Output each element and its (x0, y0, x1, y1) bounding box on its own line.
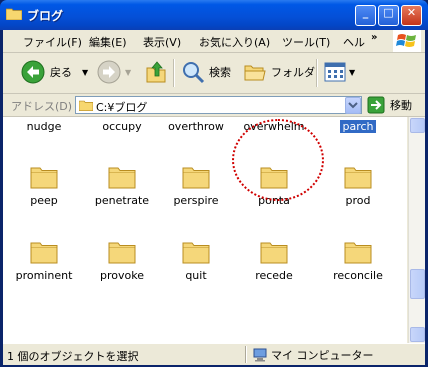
forward-dropdown-icon[interactable]: ▼ (125, 68, 131, 77)
folder-icon (6, 8, 22, 20)
status-location-label: マイ コンピューター (271, 349, 374, 362)
go-label: 移動 (390, 99, 412, 112)
folder-icon (260, 242, 288, 264)
folder-icon (108, 242, 136, 264)
folder-item[interactable]: recede (234, 237, 314, 282)
menu-file[interactable]: ファイル(F) (23, 34, 82, 50)
windows-logo-icon (393, 30, 421, 52)
file-view[interactable]: nudge occupy overthrow overwhelm parch peep pe… (3, 117, 407, 343)
window-frame: ファイル(F) 編集(E) 表示(V) お気に入り(A) ツール(T) ヘル » (3, 30, 425, 365)
folder-label: perspire (173, 194, 219, 207)
chevron-down-icon (348, 102, 358, 109)
folder-label: parch (340, 120, 376, 133)
menu-bar: ファイル(F) 編集(E) 表示(V) お気に入り(A) ツール(T) ヘル » (3, 30, 425, 53)
folder-item[interactable]: parch (318, 117, 398, 133)
folder-item[interactable]: perspire (156, 162, 236, 207)
go-arrow-icon (367, 96, 385, 114)
folder-label: provoke (100, 269, 144, 282)
folder-item[interactable]: prod (318, 162, 398, 207)
scroll-thumb[interactable] (410, 269, 425, 299)
folder-icon (344, 167, 372, 189)
address-dropdown-button[interactable] (345, 97, 361, 114)
folder-label: prominent (15, 269, 73, 282)
folder-item[interactable]: occupy (82, 117, 162, 133)
folder-item[interactable]: prominent (4, 237, 84, 282)
close-button[interactable]: ✕ (401, 5, 422, 26)
maximize-button[interactable]: □ (378, 5, 399, 26)
toolbar-separator (316, 59, 318, 87)
folder-item[interactable]: nudge (4, 117, 84, 133)
menu-edit[interactable]: 編集(E) (89, 34, 127, 50)
vertical-scrollbar[interactable] (408, 117, 425, 343)
folder-item[interactable]: peep (4, 162, 84, 207)
views-dropdown-icon[interactable]: ▼ (349, 68, 355, 77)
folders-label: フォルダ (271, 66, 315, 79)
folder-icon (108, 167, 136, 189)
back-button[interactable]: 戻る ▼ (21, 58, 88, 86)
folder-icon (30, 242, 58, 264)
scroll-up-button[interactable] (410, 118, 425, 133)
status-divider (245, 346, 247, 363)
status-zone: マイ コンピューター (253, 347, 374, 363)
minimize-button[interactable]: _ (355, 5, 376, 26)
folder-label: nudge (26, 120, 62, 133)
folder-icon (79, 100, 93, 111)
menu-overflow-chevron-icon[interactable]: » (371, 32, 377, 43)
search-label: 検索 (209, 66, 231, 79)
status-selection-text: 1 個のオブジェクトを選択 (7, 350, 139, 363)
folder-icon (344, 242, 372, 264)
red-dotted-circle-annotation (232, 119, 324, 201)
folder-label: reconcile (333, 269, 383, 282)
go-button[interactable]: 移動 (367, 96, 425, 114)
minimize-icon: _ (362, 6, 369, 19)
views-button[interactable]: ▼ (323, 58, 355, 86)
folder-item[interactable]: penetrate (82, 162, 162, 207)
folder-item[interactable]: quit (156, 237, 236, 282)
folder-icon (182, 242, 210, 264)
address-bar: アドレス(D) C:¥ブログ 移動 (3, 94, 425, 117)
back-arrow-icon (21, 60, 45, 84)
menu-help[interactable]: ヘル (343, 34, 365, 50)
explorer-window: ブログ _ □ ✕ ファイル(F) 編集(E) 表示(V) お気に入り(A) ツ… (0, 0, 428, 367)
status-bar: 1 個のオブジェクトを選択 マイ コンピューター (3, 343, 425, 365)
close-icon: ✕ (406, 6, 417, 19)
menu-view[interactable]: 表示(V) (143, 34, 181, 50)
folder-label: recede (255, 269, 293, 282)
back-label: 戻る (50, 66, 72, 79)
address-value: C:¥ブログ (96, 101, 148, 114)
folder-item[interactable]: reconcile (318, 237, 398, 282)
folder-icon (182, 167, 210, 189)
folder-label: quit (185, 269, 207, 282)
folder-label: occupy (102, 120, 142, 133)
up-folder-button[interactable] (145, 58, 169, 86)
folder-label: overthrow (168, 120, 224, 133)
my-computer-icon (253, 348, 267, 362)
folder-label: prod (345, 194, 371, 207)
toolbar-separator (173, 59, 175, 87)
toolbar: 戻る ▼ ▼ 検索 フォルダ ▼ (3, 53, 425, 94)
search-button[interactable]: 検索 (181, 58, 231, 86)
folders-button[interactable]: フォルダ (243, 58, 315, 86)
forward-button[interactable]: ▼ (97, 58, 131, 86)
menu-favorites[interactable]: お気に入り(A) (199, 34, 270, 50)
folders-icon (244, 65, 266, 81)
address-field[interactable]: C:¥ブログ (75, 96, 362, 114)
window-title: ブログ (27, 9, 64, 23)
folder-item[interactable]: overthrow (156, 117, 236, 133)
folder-label: peep (30, 194, 58, 207)
scroll-down-button[interactable] (410, 327, 425, 342)
forward-arrow-icon (97, 60, 121, 84)
folder-icon (30, 167, 58, 189)
title-bar[interactable]: ブログ _ □ ✕ (0, 0, 428, 30)
folder-label: penetrate (94, 194, 150, 207)
back-dropdown-icon[interactable]: ▼ (82, 68, 88, 77)
up-folder-icon (146, 61, 166, 83)
views-icon (324, 62, 346, 82)
maximize-icon: □ (383, 6, 394, 19)
folder-item[interactable]: provoke (82, 237, 162, 282)
address-label: アドレス(D) (11, 100, 73, 113)
search-icon (183, 62, 205, 84)
menu-tools[interactable]: ツール(T) (282, 34, 330, 50)
